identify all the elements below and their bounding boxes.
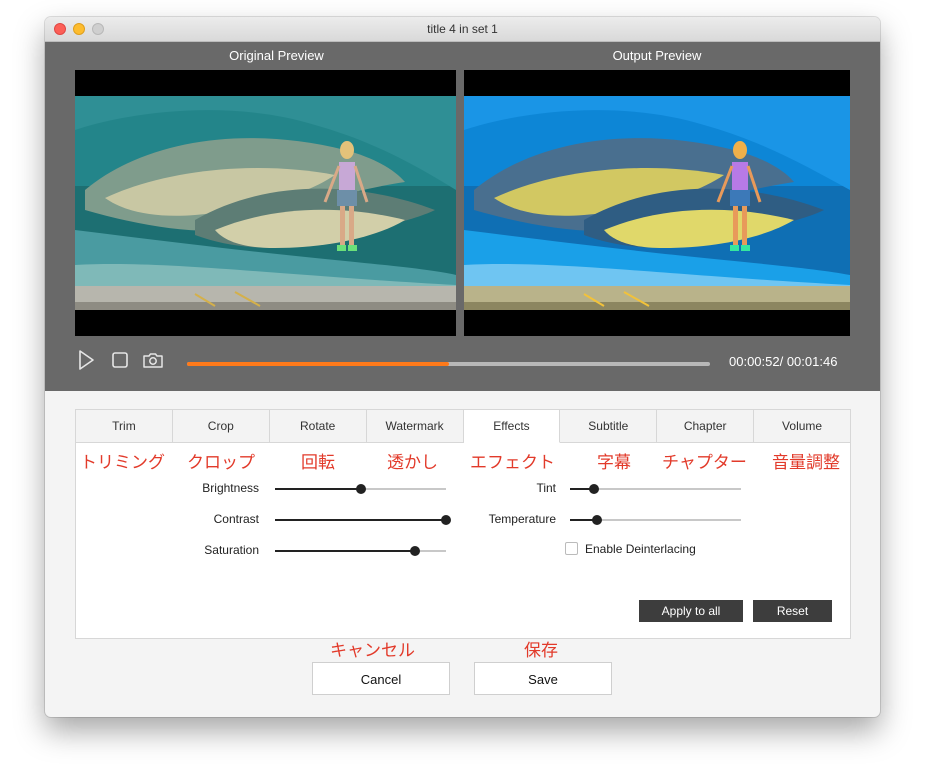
app-window: title 4 in set 1 Original Preview Output… <box>45 17 880 717</box>
brightness-slider-knob[interactable] <box>355 484 366 494</box>
annotation-chapter: チャプター <box>662 453 747 473</box>
title-bar: title 4 in set 1 <box>45 17 880 42</box>
annotation-subtitle: 字幕 <box>597 453 631 473</box>
saturation-slider[interactable] <box>275 545 446 557</box>
play-icon[interactable] <box>75 349 97 371</box>
output-preview-video <box>464 70 850 336</box>
annotation-watermark: 透かし <box>387 453 438 473</box>
tint-label: Tint <box>536 481 556 495</box>
tint-slider[interactable] <box>570 483 741 495</box>
save-button[interactable]: Save <box>474 662 612 695</box>
tab-trim[interactable]: Trim <box>76 410 173 443</box>
output-preview-label: Output Preview <box>612 48 702 63</box>
temperature-label: Temperature <box>488 512 556 526</box>
tab-watermark[interactable]: Watermark <box>366 410 464 443</box>
original-preview-video <box>75 70 456 336</box>
annotation-crop: クロップ <box>187 453 255 473</box>
edit-tabs: Trim Crop Rotate Watermark Effects Subti… <box>76 410 850 443</box>
original-preview-label: Original Preview <box>229 48 324 63</box>
contrast-slider[interactable] <box>275 514 451 526</box>
apply-to-all-button[interactable]: Apply to all <box>639 600 743 622</box>
tint-slider-knob[interactable] <box>588 484 599 494</box>
contrast-label: Contrast <box>213 512 259 526</box>
deinterlace-checkbox[interactable] <box>565 542 578 555</box>
stop-icon[interactable] <box>109 349 131 371</box>
saturation-slider-knob[interactable] <box>410 546 421 556</box>
annotation-volume: 音量調整 <box>772 453 840 473</box>
cancel-button[interactable]: Cancel <box>312 662 450 695</box>
tab-crop[interactable]: Crop <box>172 410 270 443</box>
reset-button[interactable]: Reset <box>753 600 832 622</box>
annotation-cancel: キャンセル <box>330 641 415 661</box>
tab-rotate[interactable]: Rotate <box>269 410 367 443</box>
preview-area: Original Preview Output Preview 00:00:52… <box>45 42 880 391</box>
annotation-rotate: 回転 <box>301 453 335 473</box>
playback-controls: 00:00:52/ 00:01:46 <box>45 349 880 379</box>
annotation-save: 保存 <box>524 641 558 661</box>
deinterlace-label: Enable Deinterlacing <box>585 542 696 556</box>
playback-progress-fill <box>187 362 449 366</box>
annotation-trim: トリミング <box>80 453 165 473</box>
edit-panel: Trim Crop Rotate Watermark Effects Subti… <box>75 409 851 639</box>
playback-time: 00:00:52/ 00:01:46 <box>729 354 838 369</box>
tab-subtitle[interactable]: Subtitle <box>560 410 658 443</box>
tab-chapter[interactable]: Chapter <box>657 410 755 443</box>
saturation-label: Saturation <box>204 543 259 557</box>
tab-volume[interactable]: Volume <box>754 410 850 443</box>
temperature-slider[interactable] <box>570 514 741 526</box>
temperature-slider-knob[interactable] <box>592 515 603 525</box>
brightness-label: Brightness <box>202 481 259 495</box>
brightness-slider[interactable] <box>275 483 446 495</box>
annotation-effects: エフェクト <box>470 453 555 473</box>
window-title: title 4 in set 1 <box>427 22 498 36</box>
tab-effects[interactable]: Effects <box>463 410 561 443</box>
playback-progress-bar[interactable] <box>187 362 710 366</box>
camera-snapshot-icon[interactable] <box>142 349 164 371</box>
